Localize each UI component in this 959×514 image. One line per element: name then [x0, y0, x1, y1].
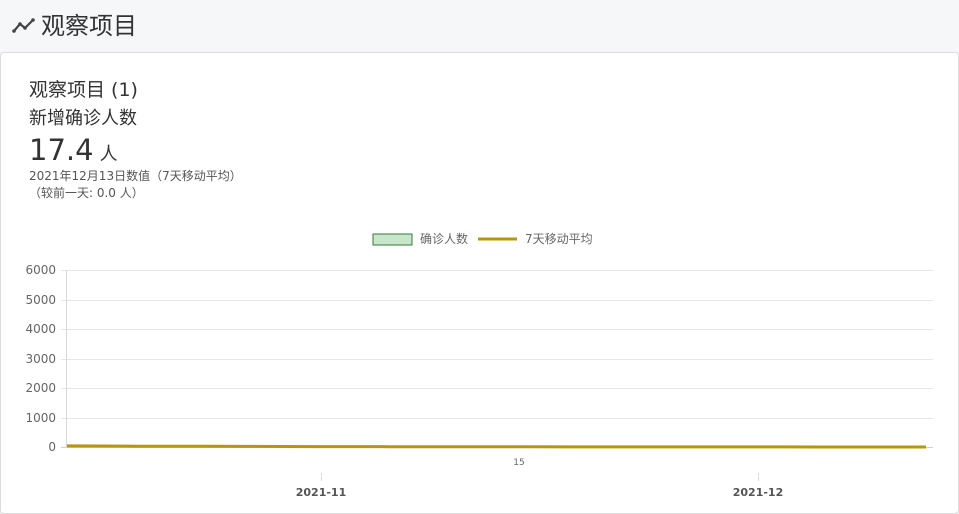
- y-axis: 6000 5000 4000 3000 2000 1000 0: [25, 263, 56, 454]
- y-tick-label: 2000: [25, 381, 56, 395]
- cases-chart: 确诊人数 7天移动平均 6000 5000 4000 3000 2000 100…: [25, 231, 933, 499]
- x-axis: 15 2021-11 2021-12: [296, 458, 784, 499]
- legend-item-moving-average[interactable]: 7天移动平均: [478, 232, 593, 246]
- watch-item-card: 观察项目 (1) 新增确诊人数 17.4 人 2021年12月13日数值（7天移动…: [0, 52, 959, 514]
- chart-gridlines: [61, 270, 933, 448]
- x-major-label: 2021-12: [733, 486, 784, 499]
- legend-label-cases: 确诊人数: [420, 231, 468, 246]
- moving-average-line: [66, 444, 926, 449]
- y-tick-label: 0: [48, 440, 56, 454]
- page-title: 观察项目: [41, 12, 137, 40]
- legend-label-moving-average: 7天移动平均: [525, 232, 593, 246]
- x-minor-label: 15: [513, 458, 524, 468]
- y-tick-label: 6000: [25, 263, 56, 277]
- x-major-label: 2021-11: [296, 486, 347, 499]
- legend-swatch-cases: [372, 233, 413, 246]
- trend-line-icon: [12, 18, 35, 33]
- series-moving-average: [66, 444, 926, 449]
- y-tick-label: 3000: [25, 352, 56, 366]
- page-header: 观察项目: [0, 0, 959, 52]
- chart-legend: 确诊人数 7天移动平均: [372, 231, 593, 246]
- y-tick-label: 1000: [25, 411, 56, 425]
- legend-item-cases[interactable]: 确诊人数: [372, 231, 468, 246]
- y-tick-label: 4000: [25, 322, 56, 336]
- y-tick-label: 5000: [25, 293, 56, 307]
